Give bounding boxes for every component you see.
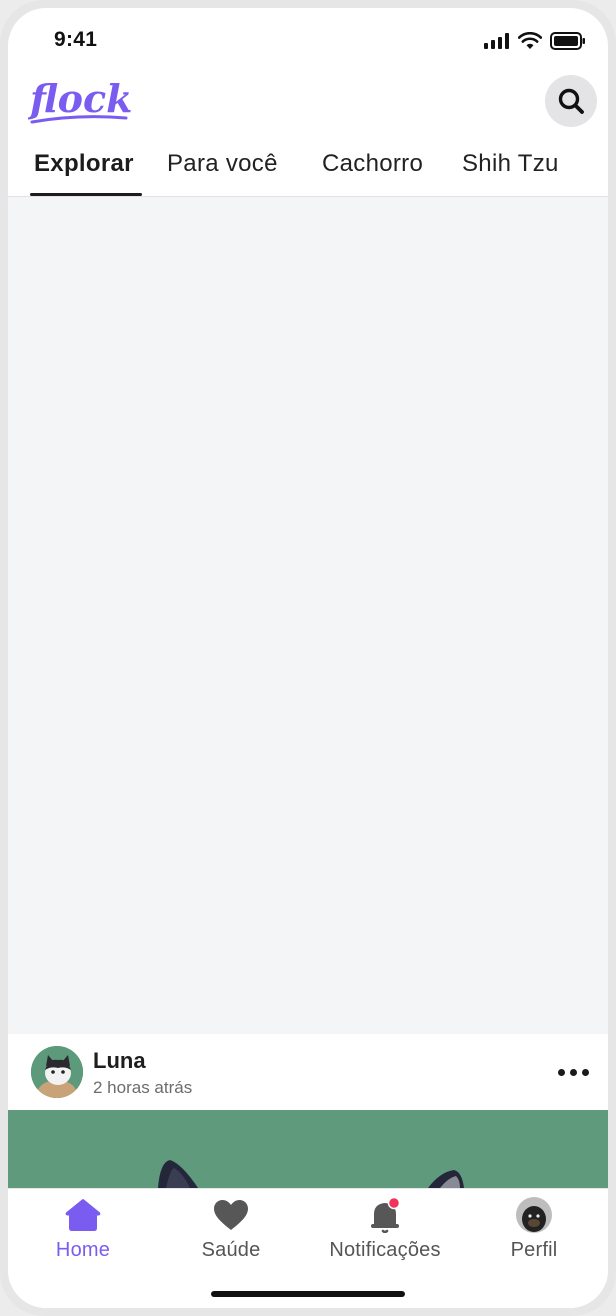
post-header: Luna 2 horas atrás bbox=[8, 1034, 608, 1110]
signal-icon bbox=[484, 33, 509, 49]
nav-perfil-label: Perfil bbox=[510, 1239, 558, 1261]
nav-saude[interactable]: Saúde bbox=[156, 1197, 306, 1267]
post-timestamp: 2 horas atrás bbox=[93, 1078, 193, 1097]
more-options-button[interactable] bbox=[558, 1062, 594, 1082]
nav-saude-label: Saúde bbox=[201, 1239, 261, 1261]
nav-perfil[interactable]: Perfil bbox=[459, 1197, 608, 1267]
status-icons bbox=[484, 32, 586, 50]
nav-notificacoes[interactable]: Notificações bbox=[310, 1197, 460, 1267]
status-bar: 9:41 bbox=[8, 8, 608, 64]
search-icon bbox=[558, 88, 584, 114]
post-username[interactable]: Luna bbox=[93, 1048, 146, 1074]
more-dot bbox=[570, 1068, 577, 1076]
tab-para-voce[interactable]: Para você bbox=[167, 150, 278, 178]
device-frame: 9:41 flock Explorar Para você Cachorro S… bbox=[0, 0, 616, 1316]
category-tabs: Explorar Para você Cachorro Shih Tzu bbox=[8, 140, 608, 197]
wifi-icon bbox=[518, 32, 542, 49]
post-image[interactable] bbox=[8, 1110, 608, 1188]
tab-cachorro[interactable]: Cachorro bbox=[322, 150, 423, 178]
tab-explorar[interactable]: Explorar bbox=[34, 150, 134, 178]
nav-home-label: Home bbox=[55, 1239, 111, 1261]
nav-home[interactable]: Home bbox=[8, 1197, 158, 1267]
avatar bbox=[514, 1197, 554, 1233]
app-header: flockr bbox=[8, 68, 608, 140]
logo-text: flockr bbox=[28, 76, 132, 121]
flockr-logo[interactable]: flockr bbox=[27, 74, 155, 131]
notification-badge bbox=[387, 1197, 401, 1210]
active-tab-indicator bbox=[30, 193, 142, 196]
post-avatar[interactable] bbox=[31, 1046, 83, 1098]
home-indicator[interactable] bbox=[211, 1291, 405, 1297]
more-dot bbox=[582, 1068, 589, 1076]
feed-loading-area bbox=[8, 197, 608, 1034]
bell-icon bbox=[365, 1197, 405, 1233]
search-button[interactable] bbox=[545, 75, 597, 127]
bottom-navigation: Home Saúde Notificações Perfil bbox=[8, 1188, 608, 1308]
more-dot bbox=[558, 1068, 565, 1076]
nav-notificacoes-label: Notificações bbox=[329, 1239, 441, 1261]
heart-icon bbox=[211, 1197, 251, 1233]
status-time: 9:41 bbox=[54, 28, 98, 51]
app-screen: 9:41 flock Explorar Para você Cachorro S… bbox=[8, 8, 608, 1308]
battery-icon bbox=[550, 32, 585, 50]
home-icon bbox=[63, 1197, 103, 1233]
tab-shih-tzu[interactable]: Shih Tzu bbox=[462, 150, 559, 178]
